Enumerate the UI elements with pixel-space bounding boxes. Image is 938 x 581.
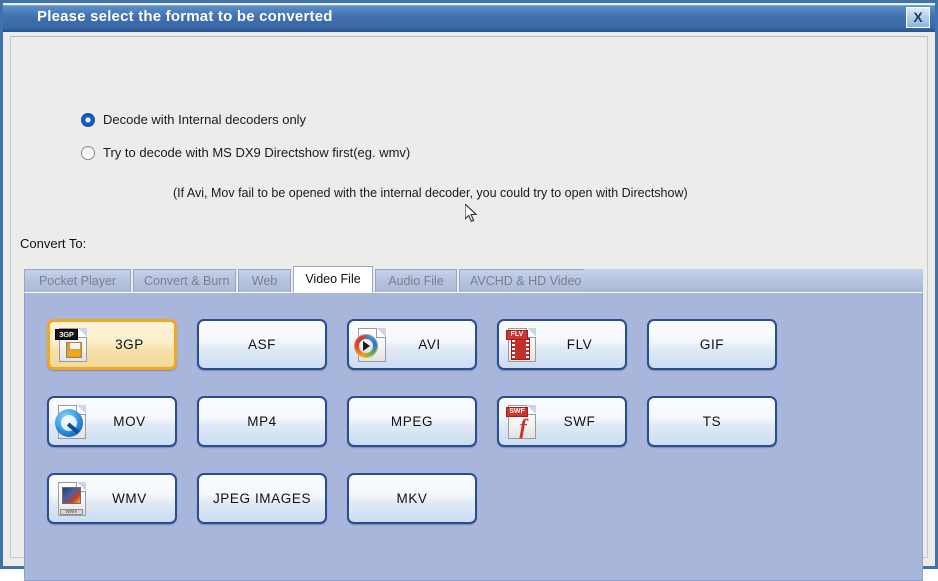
format-label-mkv: MKV xyxy=(396,491,428,506)
window-title: Please select the format to be converted xyxy=(37,8,333,25)
format-label-ts: TS xyxy=(702,414,722,429)
format-button-3gp[interactable]: 3GP 3GP xyxy=(47,319,177,370)
wmv-caption: WMV xyxy=(60,508,83,515)
avi-media-player-icon xyxy=(354,326,390,364)
tab-convert-and-burn[interactable]: Convert & Burn xyxy=(133,269,236,293)
radio-indicator-internal-decoders[interactable] xyxy=(81,112,95,127)
format-row: MOV MP4 MPEG f SWF SWF TS xyxy=(47,396,777,447)
format-button-jpeg-images[interactable]: JPEG IMAGES xyxy=(197,473,327,524)
3gp-badge-label: 3GP xyxy=(55,328,78,340)
format-label-avi: AVI xyxy=(418,337,441,352)
format-button-panel: 3GP 3GP ASF AVI FLV FLV GIF MOV MP4 MPEG… xyxy=(24,292,923,581)
flv-filmstrip-icon: FLV xyxy=(504,326,540,364)
format-label-mov: MOV xyxy=(113,414,146,429)
title-bar: Please select the format to be converted… xyxy=(3,3,935,32)
format-label-jpeg-images: JPEG IMAGES xyxy=(212,491,312,506)
format-button-mpeg[interactable]: MPEG xyxy=(347,396,477,447)
tab-web[interactable]: Web xyxy=(238,269,291,293)
format-category-tabs: Pocket Player Convert & Burn Web Video F… xyxy=(24,266,923,293)
swf-flash-icon: f SWF xyxy=(504,403,540,441)
radio-option-internal-decoders[interactable]: Decode with Internal decoders only xyxy=(81,112,306,127)
format-button-mov[interactable]: MOV xyxy=(47,396,177,447)
titlebar-highlight xyxy=(3,3,935,5)
wmv-file-icon: WMV xyxy=(54,480,90,518)
format-label-mpeg: MPEG xyxy=(390,414,434,429)
swf-badge-label: SWF xyxy=(506,406,528,417)
format-grid: 3GP 3GP ASF AVI FLV FLV GIF MOV MP4 MPEG… xyxy=(47,319,777,524)
radio-option-directshow[interactable]: Try to decode with MS DX9 Directshow fir… xyxy=(81,145,410,160)
save-glyph xyxy=(66,341,82,358)
flash-glyph: f xyxy=(519,413,527,439)
format-button-swf[interactable]: f SWF SWF xyxy=(497,396,627,447)
format-button-gif[interactable]: GIF xyxy=(647,319,777,370)
convert-to-label: Convert To: xyxy=(20,236,87,251)
format-button-flv[interactable]: FLV FLV xyxy=(497,319,627,370)
format-button-mkv[interactable]: MKV xyxy=(347,473,477,524)
format-label-flv: FLV xyxy=(566,337,593,352)
format-row: WMV WMV JPEG IMAGES MKV xyxy=(47,473,777,524)
flv-badge-label: FLV xyxy=(506,329,528,340)
radio-label-directshow: Try to decode with MS DX9 Directshow fir… xyxy=(103,145,411,160)
tabs-row: Pocket Player Convert & Burn Web Video F… xyxy=(24,266,589,293)
format-label-gif: GIF xyxy=(699,337,725,352)
tabstrip-filler xyxy=(584,269,923,293)
radio-indicator-directshow[interactable] xyxy=(81,145,95,160)
dialog-body: Decode with Internal decoders only Try t… xyxy=(3,32,935,581)
tab-pocket-player[interactable]: Pocket Player xyxy=(24,269,131,293)
tab-audio-file[interactable]: Audio File xyxy=(375,269,457,293)
format-label-swf: SWF xyxy=(563,414,596,429)
format-button-ts[interactable]: TS xyxy=(647,396,777,447)
format-button-wmv[interactable]: WMV WMV xyxy=(47,473,177,524)
format-row: 3GP 3GP ASF AVI FLV FLV GIF xyxy=(47,319,777,370)
3gp-file-icon: 3GP xyxy=(55,326,91,364)
format-button-asf[interactable]: ASF xyxy=(197,319,327,370)
format-label-mp4: MP4 xyxy=(247,414,277,429)
tab-video-file[interactable]: Video File xyxy=(293,266,373,293)
tab-avchd-hd-video[interactable]: AVCHD & HD Video xyxy=(459,269,587,293)
format-button-mp4[interactable]: MP4 xyxy=(197,396,327,447)
format-label-asf: ASF xyxy=(247,337,277,352)
format-button-avi[interactable]: AVI xyxy=(347,319,477,370)
close-button[interactable]: X xyxy=(906,7,930,28)
format-label-wmv: WMV xyxy=(112,491,147,506)
dialog-window: Please select the format to be converted… xyxy=(0,0,938,581)
radio-label-internal-decoders: Decode with Internal decoders only xyxy=(103,112,307,127)
mov-quicktime-icon xyxy=(54,403,90,441)
format-label-3gp: 3GP xyxy=(115,337,144,352)
decoder-hint-text: (If Avi, Mov fail to be opened with the … xyxy=(173,186,688,200)
